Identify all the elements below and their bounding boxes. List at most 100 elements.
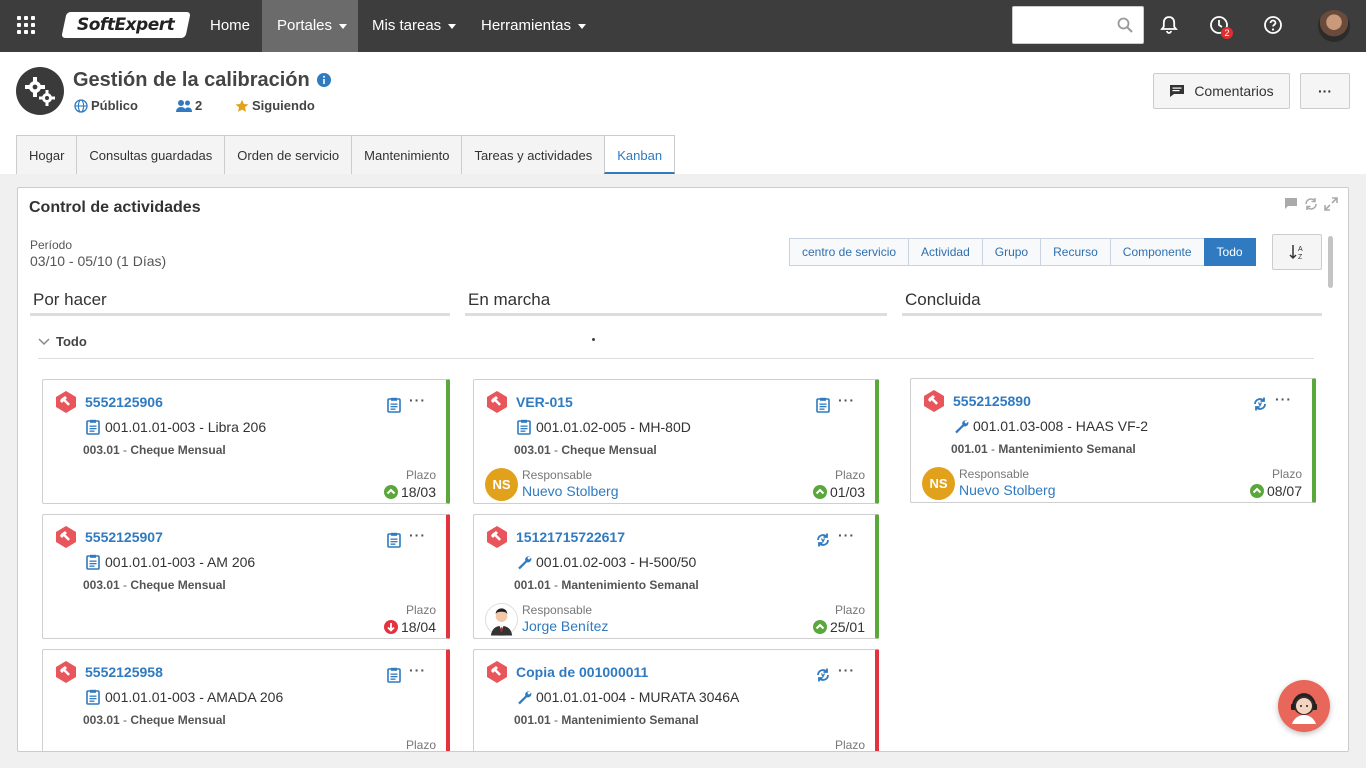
sort-button[interactable]: AZ [1272,234,1322,270]
filter-grupo[interactable]: Grupo [981,238,1042,266]
tab-orden-de-servicio[interactable]: Orden de servicio [224,135,353,174]
maintenance-hex-icon [56,526,76,548]
card-id-link[interactable]: 5552125907 [85,529,163,545]
card-activity-name: Mantenimiento Semanal [998,442,1136,456]
card-item: 001.01.01-003 - AMADA 206 [85,689,283,705]
following-indicator[interactable]: Siguiendo [235,98,315,113]
tab-hogar[interactable]: Hogar [16,135,78,174]
card-menu-button[interactable]: ··· [838,527,855,543]
visibility-indicator: Público [74,98,138,113]
more-options-button[interactable]: ··· [1300,73,1350,109]
gears-icon [16,67,64,115]
maintenance-hex-icon [487,661,507,683]
card-activity-code: 001.01 [514,578,551,592]
notifications-bell-icon[interactable] [1158,14,1180,36]
tab-tareas-y-actividades[interactable]: Tareas y actividades [461,135,606,174]
recurring-cycle-icon[interactable] [815,667,831,683]
clipboard-icon[interactable] [386,532,402,548]
card-item: 001.01.03-008 - HAAS VF-2 [953,418,1148,434]
kanban-card[interactable]: VER-015 ··· 001.01.02-005 - MH-80D 003.01 -… [473,379,879,504]
nav-home[interactable]: Home [210,0,250,52]
card-activity-code: 001.01 [514,713,551,727]
help-icon[interactable] [1262,14,1284,36]
card-activity-separator: - [119,578,131,592]
kanban-card[interactable]: Copia de 001000011 ··· 001.01.01-004 - MUR… [473,649,879,751]
clipboard-icon[interactable] [386,667,402,683]
tasks-badge: 2 [1221,27,1233,39]
deadline-label: Plazo [405,603,436,617]
comments-button[interactable]: Comentarios [1153,73,1290,109]
on-time-arrow-up-icon [1249,484,1264,498]
user-avatar[interactable] [1318,10,1350,42]
group-toggle[interactable]: Todo [38,334,87,349]
tab-kanban[interactable]: Kanban [604,135,676,174]
card-id-link[interactable]: 5552125890 [953,393,1031,409]
softexpert-logo[interactable]: SoftExpert [61,12,191,38]
nav-portales[interactable]: Portales [262,0,358,52]
logo-text: SoftExpert [77,15,175,35]
kanban-card[interactable]: 5552125958 ··· 001.01.01-003 - AMADA 206 00… [42,649,450,751]
card-activity-name: Cheque Mensual [130,443,226,457]
card-item-text: 001.01.01-003 - AMADA 206 [105,689,284,705]
members-indicator[interactable]: 2 [176,98,202,113]
card-id-link[interactable]: VER-015 [516,394,573,410]
kanban-card[interactable]: 5552125890 ··· 001.01.03-008 - HAAS VF-2 00… [910,378,1316,503]
filter-recurso[interactable]: Recurso [1040,238,1111,266]
card-menu-button[interactable]: ··· [1275,391,1292,407]
expand-icon[interactable] [1324,197,1338,211]
filter-centro-de-servicio[interactable]: centro de servicio [789,238,910,266]
info-icon[interactable] [317,73,331,87]
card-menu-button[interactable]: ··· [838,392,855,408]
responsible-name-link[interactable]: Jorge Benítez [522,618,608,634]
kanban-card[interactable]: 5552125907 ··· 001.01.01-003 - AM 206 003.0… [42,514,450,639]
search-input[interactable] [1013,7,1113,43]
card-activity: 001.01 - Mantenimiento Semanal [514,713,699,727]
wrench-icon [518,690,532,705]
card-menu-button[interactable]: ··· [409,392,426,408]
card-id-link[interactable]: 5552125958 [85,664,163,680]
kanban-card[interactable]: 5552125906 ··· 001.01.01-003 - Libra 206 00… [42,379,450,504]
recurring-cycle-icon[interactable] [1252,396,1268,412]
card-menu-button[interactable]: ··· [409,527,426,543]
chevron-down-icon [38,337,50,345]
responsible-name-link[interactable]: Nuevo Stolberg [522,483,619,499]
filter-actividad[interactable]: Actividad [908,238,983,266]
responsible-label: Responsable [522,603,593,617]
wrench-icon [518,555,532,570]
card-id-link[interactable]: Copia de 001000011 [516,664,648,680]
card-menu-button[interactable]: ··· [838,662,855,678]
clipboard-icon[interactable] [386,397,402,413]
comment-icon[interactable] [1284,197,1298,211]
nav-portales-label: Portales [277,17,333,34]
filter-componente[interactable]: Componente [1109,238,1205,266]
tab-consultas-guardadas[interactable]: Consultas guardadas [76,135,226,174]
deadline-date: 25/01 [812,619,865,635]
search-icon[interactable] [1117,17,1133,33]
card-activity-name: Cheque Mensual [561,443,657,457]
nav-mis-tareas[interactable]: Mis tareas [372,0,457,52]
nav-herramientas[interactable]: Herramientas [481,0,587,52]
filter-todo[interactable]: Todo [1203,238,1256,266]
clipboard-icon [86,419,100,435]
chat-assistant-button[interactable] [1278,680,1330,732]
responsible-name-link[interactable]: Nuevo Stolberg [959,482,1056,498]
clipboard-icon[interactable] [815,397,831,413]
chevron-down-icon [448,23,457,29]
apps-grid-icon[interactable] [17,16,35,34]
card-id-link[interactable]: 5552125906 [85,394,163,410]
card-activity-name: Mantenimiento Semanal [561,578,699,592]
nav-mis-tareas-label: Mis tareas [372,17,442,34]
responsible-avatar [485,603,518,636]
clipboard-icon [86,554,100,570]
deadline-label: Plazo [834,603,865,617]
kanban-card[interactable]: 15121715722617 ··· 001.01.02-003 - H-500/5… [473,514,879,639]
tab-mantenimiento[interactable]: Mantenimiento [351,135,463,174]
comments-label: Comentarios [1194,83,1274,99]
card-menu-button[interactable]: ··· [409,662,426,678]
recurring-cycle-icon[interactable] [815,532,831,548]
scrollbar-thumb[interactable] [1328,236,1333,288]
star-icon [235,99,249,112]
refresh-icon[interactable] [1304,197,1318,211]
card-id-link[interactable]: 15121715722617 [516,529,625,545]
avatar-initials: NS [492,477,511,492]
